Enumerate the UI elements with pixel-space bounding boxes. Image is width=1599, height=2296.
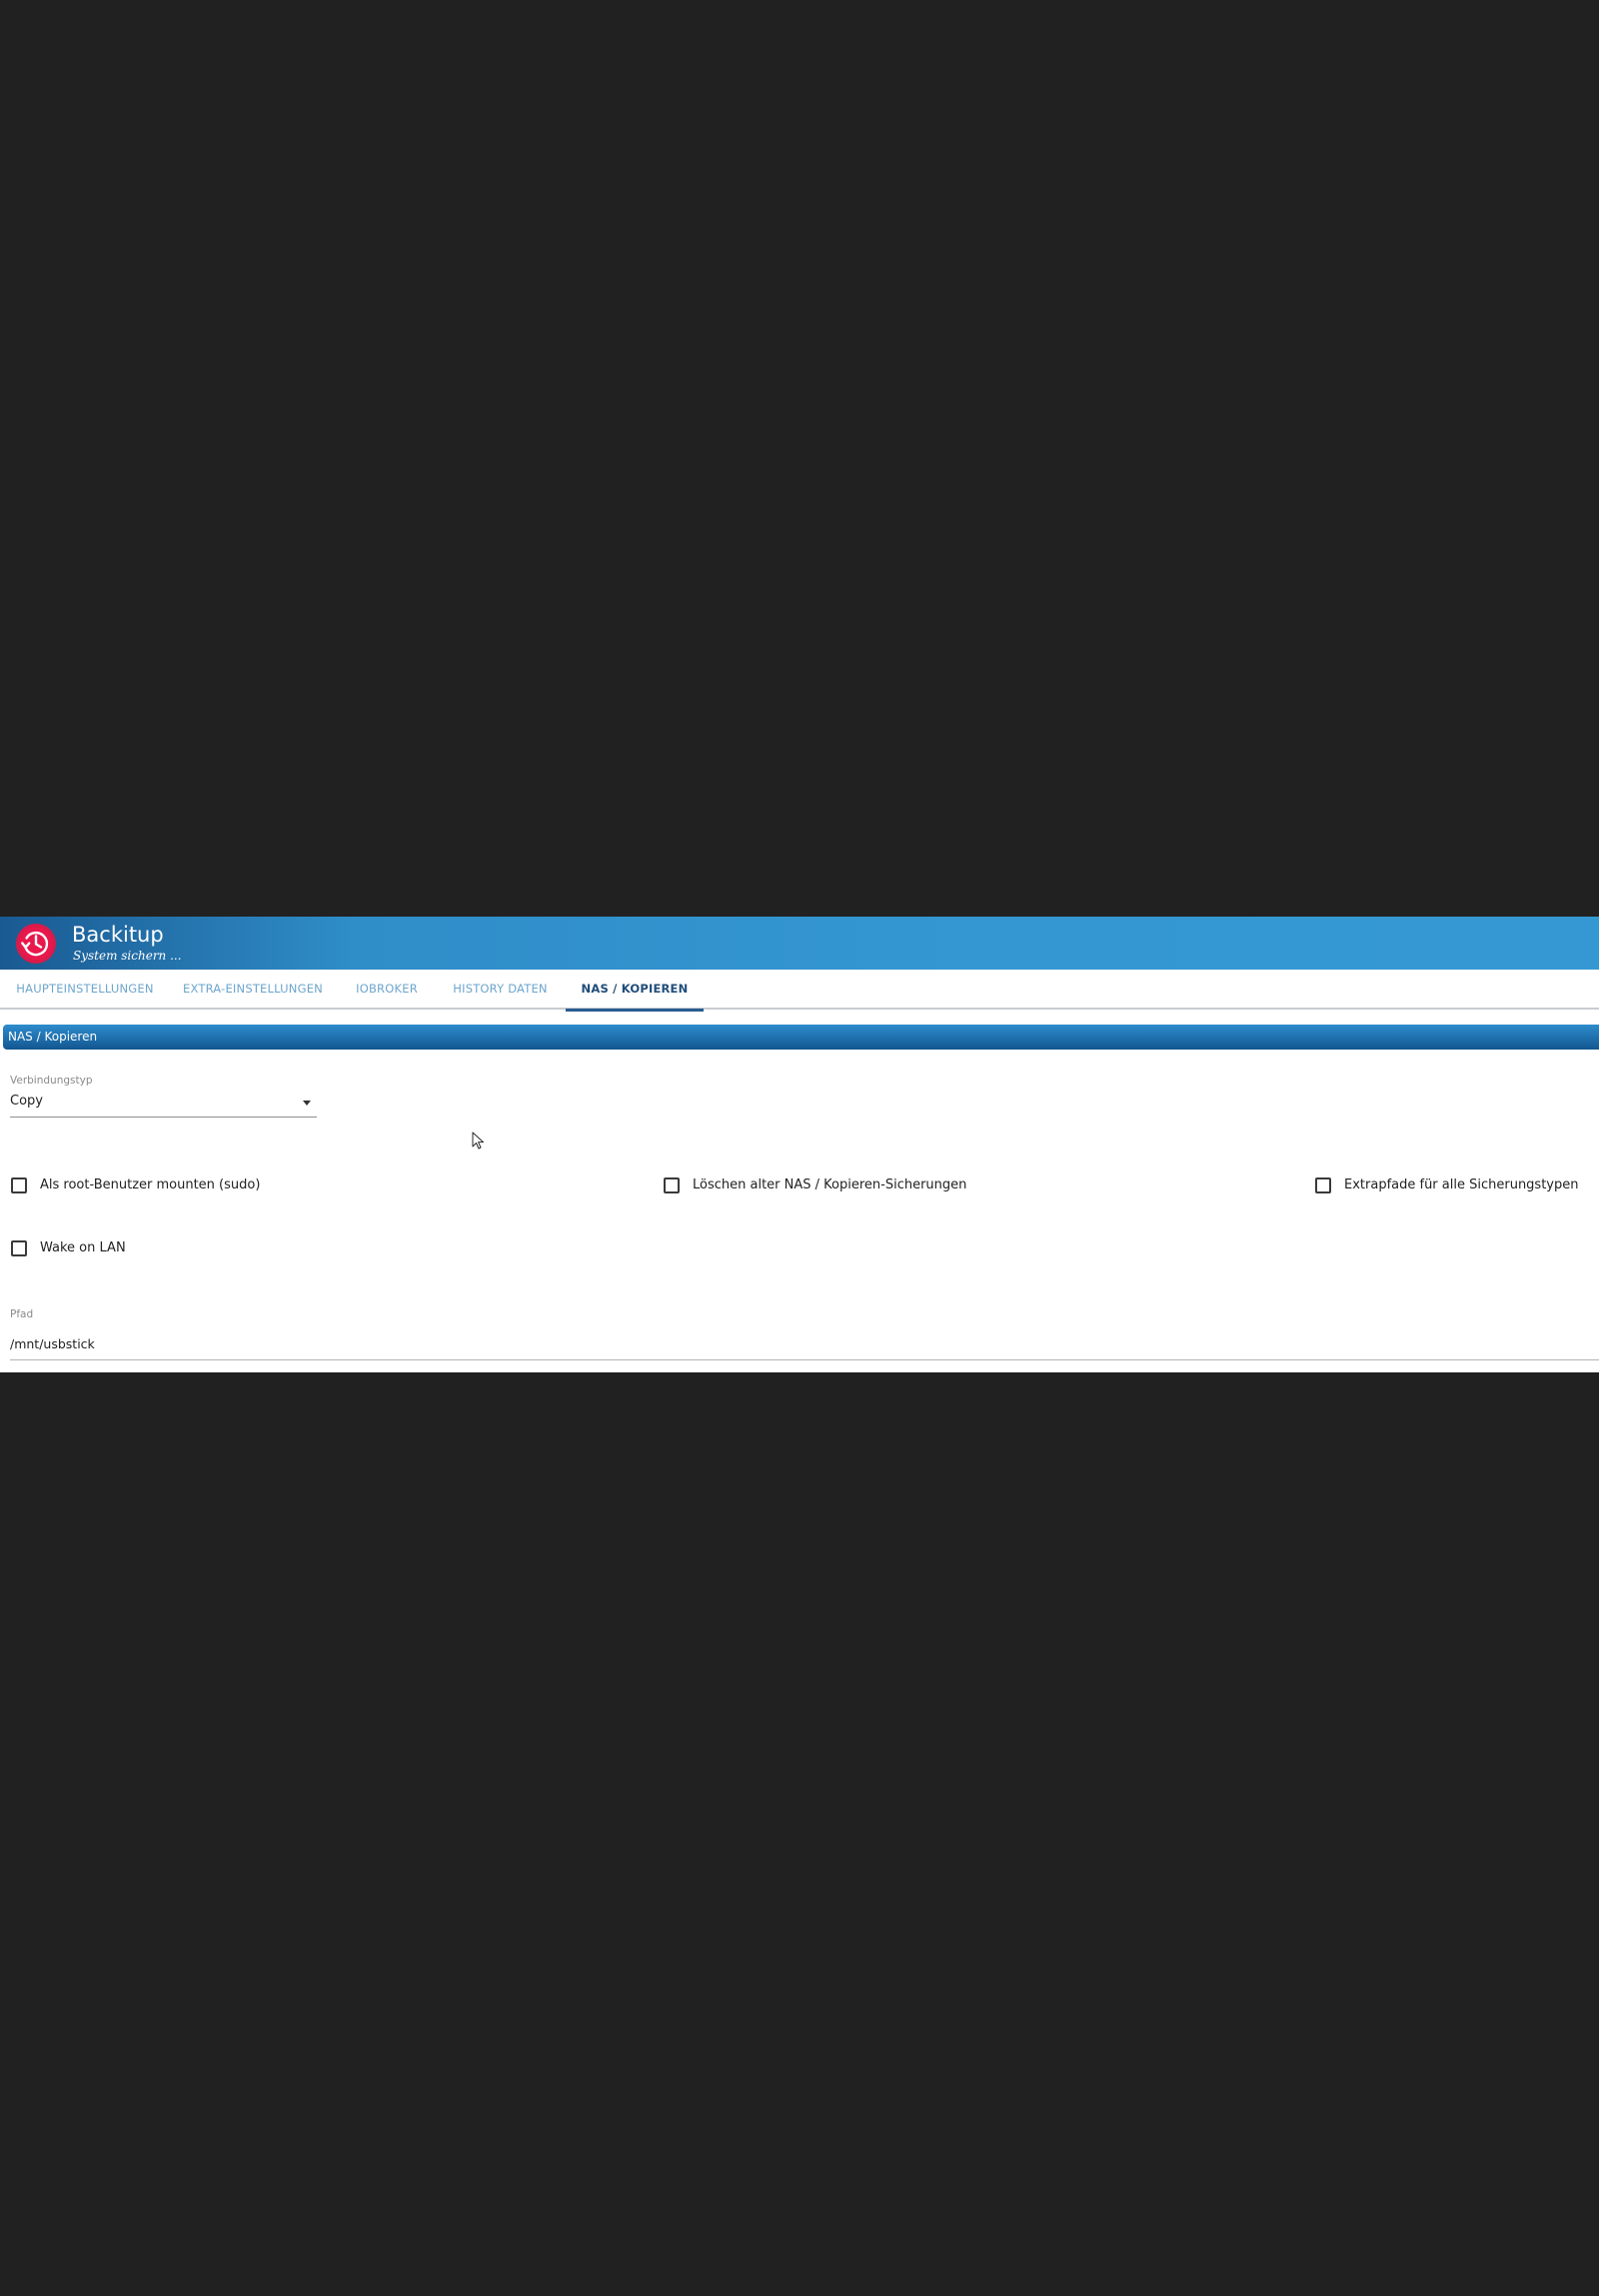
checkbox-root-mount[interactable]: Als root-Benutzer mounten (sudo) xyxy=(11,1176,611,1196)
checkbox-label: Extrapfade für alle Sicherungstypen xyxy=(1344,1177,1579,1192)
tab-extra-einstellungen[interactable]: Extra-Einstellungen xyxy=(170,970,336,1008)
adapter-settings-panel: Backitup System sichern ... Haupteinstel… xyxy=(0,917,1599,1372)
connection-type-value: Copy xyxy=(10,1094,43,1109)
path-input[interactable]: /mnt/usbstick xyxy=(10,1330,1599,1360)
checkbox-label: Wake on LAN xyxy=(40,1240,126,1255)
active-tab-indicator xyxy=(566,1009,704,1012)
app-title: Backitup xyxy=(72,923,164,947)
connection-type-label: Verbindungstyp xyxy=(10,1075,93,1087)
app-subtitle: System sichern ... xyxy=(73,949,182,963)
checkbox-wake-on-lan[interactable]: Wake on LAN xyxy=(11,1239,311,1259)
section-title: NAS / Kopieren xyxy=(8,1030,98,1044)
checkbox-label: Als root-Benutzer mounten (sudo) xyxy=(40,1177,261,1192)
checkbox-label: Löschen alter NAS / Kopieren-Sicherungen xyxy=(693,1177,967,1192)
checkbox-delete-old-backups[interactable]: Löschen alter NAS / Kopieren-Sicherungen xyxy=(664,1176,1263,1196)
history-clock-icon xyxy=(16,924,56,964)
path-label: Pfad xyxy=(10,1308,34,1320)
checkbox-box[interactable] xyxy=(664,1177,680,1193)
checkbox-box[interactable] xyxy=(11,1177,27,1193)
tab-history-daten[interactable]: History Daten xyxy=(438,970,563,1008)
tab-iobroker[interactable]: ioBroker xyxy=(336,970,438,1008)
settings-tabs: Haupteinstellungen Extra-Einstellungen i… xyxy=(0,970,1599,1010)
checkbox-box[interactable] xyxy=(11,1240,27,1256)
app-header: Backitup System sichern ... xyxy=(0,917,1599,970)
mouse-cursor-icon xyxy=(472,1132,484,1149)
tab-haupteinstellungen[interactable]: Haupteinstellungen xyxy=(0,970,170,1008)
path-value: /mnt/usbstick xyxy=(10,1336,95,1351)
checkbox-extra-paths[interactable]: Extrapfade für alle Sicherungstypen xyxy=(1315,1176,1595,1196)
caret-down-icon xyxy=(303,1101,311,1106)
section-header: NAS / Kopieren xyxy=(3,1025,1599,1050)
tab-nas-kopieren[interactable]: NAS / Kopieren xyxy=(566,970,704,1008)
checkbox-box[interactable] xyxy=(1315,1177,1331,1193)
connection-type-select[interactable]: Copy xyxy=(10,1088,317,1118)
